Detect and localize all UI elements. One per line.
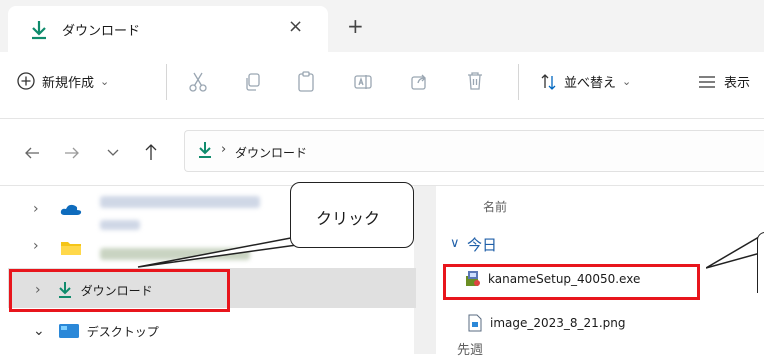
desktop-icon [58, 324, 79, 338]
view-button-label: 表示 [724, 76, 751, 91]
download-arrow-icon [197, 141, 213, 159]
blurred-label [100, 196, 260, 208]
new-tab-button[interactable]: + [347, 14, 364, 38]
tab-downloads[interactable] [8, 6, 328, 52]
chevron-down-icon: ⌄ [100, 74, 110, 88]
image-file-icon [468, 314, 482, 332]
callout-label: クリック [316, 209, 381, 228]
rename-icon[interactable] [353, 72, 373, 92]
share-icon[interactable] [410, 72, 430, 92]
new-button-label: 新規作成 [42, 75, 95, 91]
cloud-icon [60, 204, 82, 216]
folder-icon [60, 240, 82, 256]
forward-arrow-icon[interactable] [64, 146, 80, 160]
view-lines-icon [698, 74, 716, 90]
delete-icon[interactable] [466, 71, 484, 91]
cut-icon[interactable] [188, 71, 208, 93]
blurred-label [100, 220, 140, 230]
command-bar [0, 52, 764, 119]
tab-title: ダウンロード [62, 24, 141, 39]
breadcrumb-separator: › [221, 142, 227, 157]
sidebar-item-label: デスクトップ [86, 324, 159, 339]
copy-icon[interactable] [244, 72, 262, 92]
sort-arrows-icon [540, 73, 558, 91]
sort-button[interactable]: 並べ替え ⌄ [540, 72, 631, 91]
paste-icon[interactable] [297, 71, 315, 93]
back-arrow-icon[interactable] [24, 146, 40, 160]
toolbar-divider [518, 64, 519, 100]
sort-button-label: 並べ替え [564, 76, 617, 91]
highlight-box-installer [443, 264, 700, 300]
pane-splitter[interactable] [414, 186, 436, 354]
file-name: image_2023_8_21.png [490, 316, 626, 330]
breadcrumb-current[interactable]: ダウンロード [235, 144, 307, 161]
callout-pointer-right [706, 233, 764, 269]
new-button[interactable]: 新規作成 ⌄ [16, 71, 109, 91]
recent-chevron-down-icon[interactable] [106, 148, 120, 158]
download-arrow-icon [30, 20, 48, 40]
sidebar-item-desktop[interactable]: ⌄ デスクトップ [10, 316, 230, 346]
group-collapse-icon[interactable]: ∨ [450, 236, 460, 251]
view-button[interactable]: 表示 [698, 72, 750, 91]
plus-circle-icon [16, 71, 36, 91]
file-row[interactable]: image_2023_8_21.png [468, 314, 625, 332]
group-header-last-week[interactable]: 先週 [457, 344, 483, 358]
group-header-today[interactable]: 今日 [467, 234, 497, 255]
expand-chevron-icon[interactable]: › [33, 201, 39, 217]
chevron-down-icon: ⌄ [622, 75, 632, 88]
toolbar-divider [166, 64, 167, 100]
collapse-chevron-icon[interactable]: ⌄ [33, 323, 45, 339]
up-arrow-icon[interactable] [144, 143, 158, 161]
callout-bubble-right [757, 232, 764, 293]
tab-close-button[interactable]: × [288, 16, 303, 37]
column-header-name[interactable]: 名前 [483, 198, 507, 215]
expand-chevron-icon[interactable]: › [33, 238, 39, 254]
